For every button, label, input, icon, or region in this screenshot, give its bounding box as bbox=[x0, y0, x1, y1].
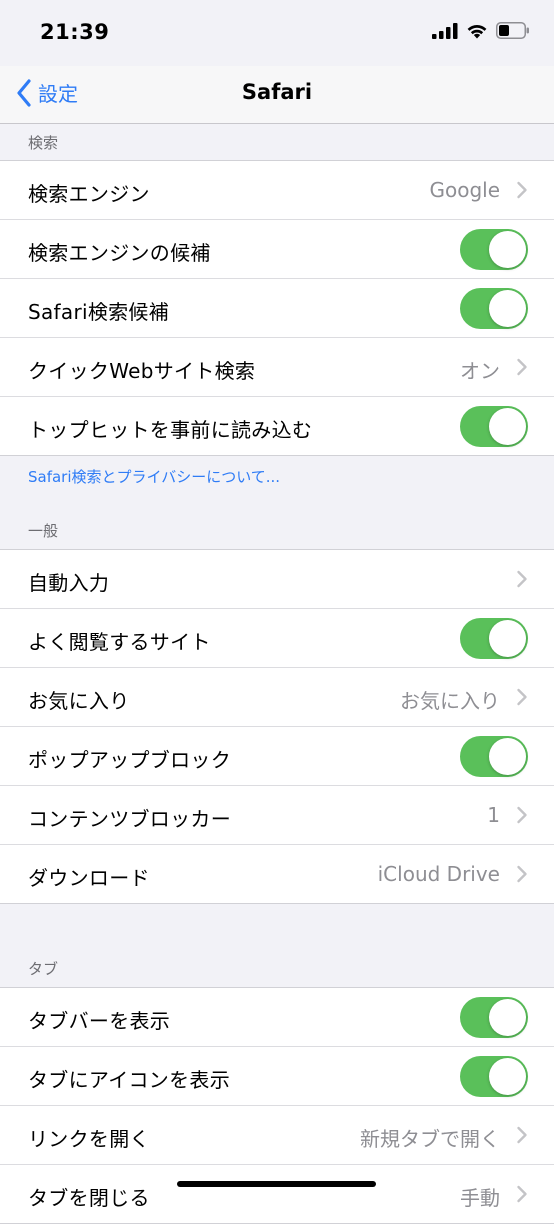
settings-row[interactable]: ダウンロード iCloud Drive bbox=[0, 845, 554, 903]
status-time: 21:39 bbox=[40, 20, 110, 44]
settings-row-label: トップヒットを事前に読み込む bbox=[28, 418, 313, 442]
settings-row-value: オン bbox=[460, 359, 500, 383]
settings-row[interactable]: クイックWebサイト検索 オン bbox=[0, 338, 554, 397]
toggle-switch[interactable] bbox=[460, 736, 528, 777]
search-settings-group: 検索エンジン Google 検索エンジンの候補 Safari検索候補クイックWebサイ… bbox=[0, 160, 554, 456]
settings-row-label: リンクを開く bbox=[28, 1127, 150, 1151]
settings-row-label: ダウンロード bbox=[28, 866, 150, 890]
toggle-switch[interactable] bbox=[460, 997, 528, 1038]
section-header-search: 検索 bbox=[28, 134, 59, 152]
page-title: Safari bbox=[241, 80, 313, 104]
cellular-signal-icon bbox=[432, 22, 458, 39]
settings-row-label: 検索エンジンの候補 bbox=[28, 241, 211, 265]
battery-icon bbox=[496, 22, 529, 39]
settings-row[interactable]: 検索エンジン Google bbox=[0, 161, 554, 220]
general-settings-group: 自動入力 よく閲覧するサイト お気に入り お気に入り ポップアップブロック コンテンツブロ… bbox=[0, 549, 554, 904]
chevron-right-icon bbox=[517, 358, 527, 376]
settings-row[interactable]: タブを閉じる 手動 bbox=[0, 1165, 554, 1223]
chevron-right-icon bbox=[517, 1185, 527, 1203]
chevron-right-icon bbox=[517, 1126, 527, 1144]
settings-row[interactable]: お気に入り お気に入り bbox=[0, 668, 554, 727]
chevron-right-icon bbox=[517, 688, 527, 706]
settings-row-label: Safari検索候補 bbox=[28, 300, 170, 324]
settings-row-label: よく閲覧するサイト bbox=[28, 630, 211, 654]
settings-row-label: お気に入り bbox=[28, 689, 130, 713]
settings-row[interactable]: コンテンツブロッカー 1 bbox=[0, 786, 554, 845]
status-bar: 21:39 bbox=[0, 0, 554, 66]
toggle-switch[interactable] bbox=[460, 229, 528, 270]
settings-row-label: コンテンツブロッカー bbox=[28, 807, 231, 831]
settings-row-label: 検索エンジン bbox=[28, 182, 150, 206]
section-header-general: 一般 bbox=[28, 522, 59, 540]
section-header-tabs: タブ bbox=[28, 960, 59, 978]
settings-row[interactable]: タブにアイコンを表示 bbox=[0, 1047, 554, 1106]
settings-row-label: タブバーを表示 bbox=[28, 1009, 171, 1033]
settings-row[interactable]: よく閲覧するサイト bbox=[0, 609, 554, 668]
toggle-knob bbox=[489, 408, 526, 445]
settings-row-label: タブにアイコンを表示 bbox=[28, 1068, 230, 1092]
toggle-knob bbox=[489, 290, 526, 327]
wifi-icon bbox=[467, 24, 487, 38]
toggle-knob bbox=[489, 1058, 526, 1095]
settings-row-label: クイックWebサイト検索 bbox=[28, 359, 256, 383]
search-privacy-link[interactable]: Safari検索とプライバシーについて... bbox=[28, 466, 280, 487]
settings-row-value: Google bbox=[429, 178, 500, 202]
settings-row-value: 手動 bbox=[460, 1186, 500, 1210]
settings-row-label: 自動入力 bbox=[28, 571, 110, 595]
toggle-switch[interactable] bbox=[460, 288, 528, 329]
settings-row[interactable]: Safari検索候補 bbox=[0, 279, 554, 338]
home-indicator bbox=[177, 1181, 376, 1187]
chevron-right-icon bbox=[517, 806, 527, 824]
settings-row[interactable]: 検索エンジンの候補 bbox=[0, 220, 554, 279]
toggle-knob bbox=[489, 999, 526, 1036]
toggle-knob bbox=[489, 231, 526, 268]
settings-row-label: ポップアップブロック bbox=[28, 748, 231, 772]
tabs-settings-group: タブバーを表示タブにアイコンを表示 リンクを開く 新規タブで開くタブを閉じる 手動 bbox=[0, 987, 554, 1224]
settings-row-value: iCloud Drive bbox=[377, 862, 500, 886]
chevron-right-icon bbox=[517, 181, 527, 199]
toggle-switch[interactable] bbox=[460, 406, 528, 447]
toggle-knob bbox=[489, 620, 526, 657]
settings-row-value: 新規タブで開く bbox=[360, 1127, 500, 1151]
settings-row-value: お気に入り bbox=[400, 689, 500, 713]
navigation-bar: 設定 Safari bbox=[0, 66, 554, 124]
settings-row-value: 1 bbox=[487, 803, 500, 827]
toggle-switch[interactable] bbox=[460, 1056, 528, 1097]
settings-row[interactable]: タブバーを表示 bbox=[0, 988, 554, 1047]
settings-row[interactable]: トップヒットを事前に読み込む bbox=[0, 397, 554, 455]
settings-row[interactable]: ポップアップブロック bbox=[0, 727, 554, 786]
status-icons bbox=[432, 22, 530, 39]
toggle-switch[interactable] bbox=[460, 618, 528, 659]
settings-row-label: タブを閉じる bbox=[28, 1186, 150, 1210]
toggle-knob bbox=[489, 738, 526, 775]
settings-row[interactable]: 自動入力 bbox=[0, 550, 554, 609]
settings-row[interactable]: リンクを開く 新規タブで開く bbox=[0, 1106, 554, 1165]
chevron-right-icon bbox=[517, 570, 527, 588]
chevron-right-icon bbox=[517, 865, 527, 883]
